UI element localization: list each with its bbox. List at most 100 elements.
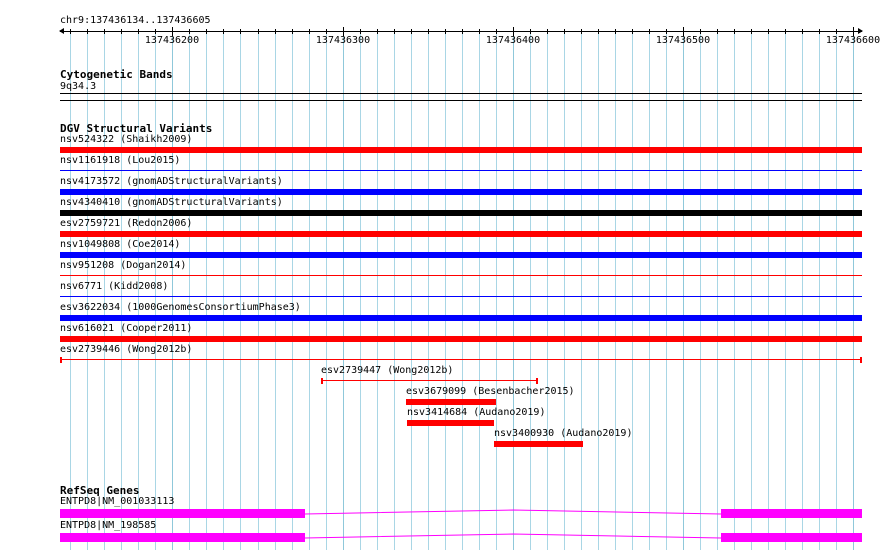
grid-line xyxy=(258,34,259,550)
grid-line xyxy=(717,34,718,550)
ruler-minor-tick xyxy=(70,29,71,34)
ruler-left-arrow-icon xyxy=(59,28,64,34)
refseq-exon[interactable] xyxy=(721,509,862,518)
grid-line xyxy=(513,34,514,550)
ruler-minor-tick xyxy=(547,29,548,34)
dgv-variant-bar[interactable] xyxy=(60,231,862,237)
dgv-variant-label: nsv6771 (Kidd2008) xyxy=(60,281,169,292)
ruler-minor-tick xyxy=(292,29,293,34)
dgv-variant-label: nsv1161918 (Lou2015) xyxy=(60,155,181,166)
dgv-variant-bar[interactable] xyxy=(60,315,862,321)
ruler-tick-label: 137436200 xyxy=(144,35,200,46)
ruler-tick-label: 137436500 xyxy=(655,35,711,46)
refseq-exon[interactable] xyxy=(60,509,305,518)
dgv-variant-label: esv3622034 (1000GenomesConsortiumPhase3) xyxy=(60,302,301,313)
ruler-minor-tick xyxy=(360,29,361,34)
refseq-exon[interactable] xyxy=(60,533,305,542)
dgv-variant-bar[interactable] xyxy=(60,336,862,342)
dgv-variant-bar[interactable] xyxy=(60,210,862,216)
grid-line xyxy=(530,34,531,550)
grid-line xyxy=(802,34,803,550)
dgv-variant-start-cap xyxy=(60,357,62,363)
dgv-variant-label: esv2739447 (Wong2012b) xyxy=(321,365,454,376)
ruler-minor-tick xyxy=(87,29,88,34)
grid-line xyxy=(275,34,276,550)
refseq-intron xyxy=(305,533,721,539)
grid-line xyxy=(309,34,310,550)
ruler-minor-tick xyxy=(615,29,616,34)
dgv-variant-bar[interactable] xyxy=(321,380,538,381)
dgv-variant-bar[interactable] xyxy=(407,420,494,426)
dgv-variant-label: esv3679099 (Besenbacher2015) xyxy=(406,386,575,397)
dgv-variant-bar[interactable] xyxy=(60,147,862,153)
grid-line xyxy=(206,34,207,550)
grid-line xyxy=(547,34,548,550)
ruler-minor-tick xyxy=(632,29,633,34)
dgv-variant-bar[interactable] xyxy=(494,441,583,447)
ruler-minor-tick xyxy=(751,29,752,34)
ruler-minor-tick xyxy=(326,29,327,34)
grid-line xyxy=(394,34,395,550)
dgv-variant-label: nsv1049808 (Coe2014) xyxy=(60,239,181,250)
grid-line xyxy=(683,34,684,550)
grid-line xyxy=(836,34,837,550)
grid-line xyxy=(649,34,650,550)
grid-line xyxy=(223,34,224,550)
cytoband-label: 9q34.3 xyxy=(60,81,97,92)
dgv-variant-bar[interactable] xyxy=(60,359,862,360)
dgv-variant-bar[interactable] xyxy=(60,252,862,258)
grid-line xyxy=(240,34,241,550)
dgv-variant-bar[interactable] xyxy=(60,275,862,276)
ruler-minor-tick xyxy=(189,29,190,34)
grid-line xyxy=(853,34,854,550)
grid-line xyxy=(785,34,786,550)
ruler-minor-tick xyxy=(275,29,276,34)
ruler-minor-tick xyxy=(700,29,701,34)
ruler-minor-tick xyxy=(428,29,429,34)
dgv-variant-bar[interactable] xyxy=(60,189,862,195)
grid-line xyxy=(700,34,701,550)
dgv-variant-label: esv2739446 (Wong2012b) xyxy=(60,344,193,355)
grid-line xyxy=(411,34,412,550)
dgv-variant-label: nsv951208 (Dogan2014) xyxy=(60,260,187,271)
ruler-minor-tick xyxy=(309,29,310,34)
dgv-variant-start-cap xyxy=(321,378,323,384)
ruler-minor-tick xyxy=(206,29,207,34)
refseq-intron xyxy=(305,509,721,515)
ruler-minor-tick xyxy=(530,29,531,34)
refseq-intron-line xyxy=(305,509,721,515)
ruler-minor-tick xyxy=(819,29,820,34)
grid-line xyxy=(428,34,429,550)
ruler-minor-tick xyxy=(258,29,259,34)
dgv-variant-bar[interactable] xyxy=(60,296,862,297)
grid-line xyxy=(343,34,344,550)
location-label: chr9:137436134..137436605 xyxy=(60,15,211,26)
dgv-variant-label: nsv3400930 (Audano2019) xyxy=(494,428,633,439)
grid-line xyxy=(189,34,190,550)
ruler-minor-tick xyxy=(138,29,139,34)
dgv-variant-bar[interactable] xyxy=(60,170,862,171)
ruler-minor-tick xyxy=(717,29,718,34)
ruler-tick-label: 137436300 xyxy=(315,35,371,46)
ruler-minor-tick xyxy=(734,29,735,34)
ruler-minor-tick xyxy=(411,29,412,34)
ruler-minor-tick xyxy=(666,29,667,34)
ruler-minor-tick xyxy=(155,29,156,34)
ruler-minor-tick xyxy=(394,29,395,34)
ruler-minor-tick xyxy=(836,29,837,34)
grid-line xyxy=(326,34,327,550)
grid-line xyxy=(462,34,463,550)
refseq-gene-label: ENTPD8|NM_198585 xyxy=(60,520,157,531)
refseq-intron-line xyxy=(305,533,721,539)
refseq-exon[interactable] xyxy=(721,533,862,542)
dgv-variant-bar[interactable] xyxy=(406,399,496,405)
grid-line xyxy=(292,34,293,550)
ruler-minor-tick xyxy=(479,29,480,34)
ruler-minor-tick xyxy=(240,29,241,34)
dgv-variant-label: esv2759721 (Redon2006) xyxy=(60,218,193,229)
grid-line xyxy=(615,34,616,550)
ruler-minor-tick xyxy=(445,29,446,34)
ruler-tick-label: 137436400 xyxy=(485,35,541,46)
ruler-minor-tick xyxy=(598,29,599,34)
cytoband-line-top xyxy=(60,93,862,94)
